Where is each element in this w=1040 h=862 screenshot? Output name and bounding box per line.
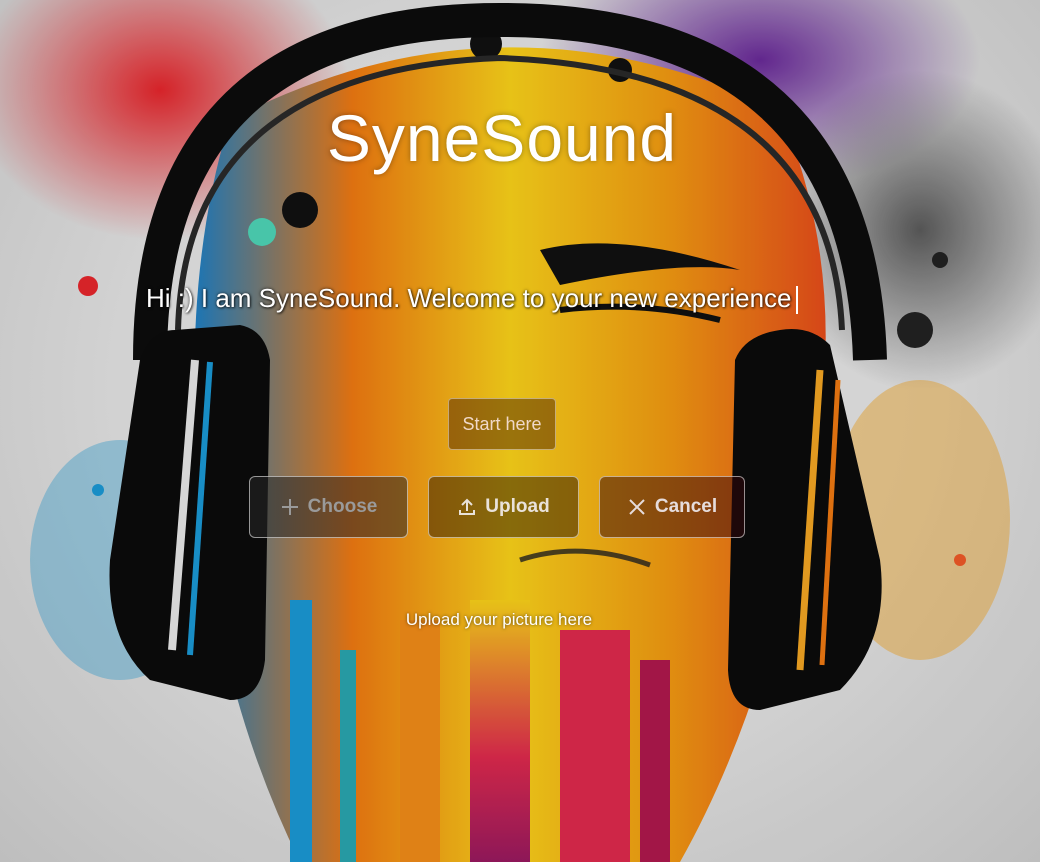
welcome-text: Hi :) I am SyneSound. Welcome to your ne… (146, 283, 792, 313)
upload-button-label: Upload (485, 496, 550, 517)
upload-hint: Upload your picture here (405, 610, 593, 629)
start-here-button[interactable]: Start here (448, 398, 556, 450)
upload-button[interactable]: Upload (428, 476, 579, 538)
plus-icon (280, 497, 300, 517)
welcome-message: Hi :) I am SyneSound. Welcome to your ne… (146, 283, 798, 315)
cancel-button[interactable]: Cancel (599, 476, 745, 538)
cancel-button-label: Cancel (654, 496, 718, 517)
choose-button[interactable]: Choose (249, 476, 408, 538)
typing-caret (795, 286, 798, 315)
close-icon (627, 497, 647, 517)
choose-button-label: Choose (307, 496, 378, 517)
app-title: SyneSound (326, 101, 678, 175)
upload-icon (457, 497, 477, 517)
